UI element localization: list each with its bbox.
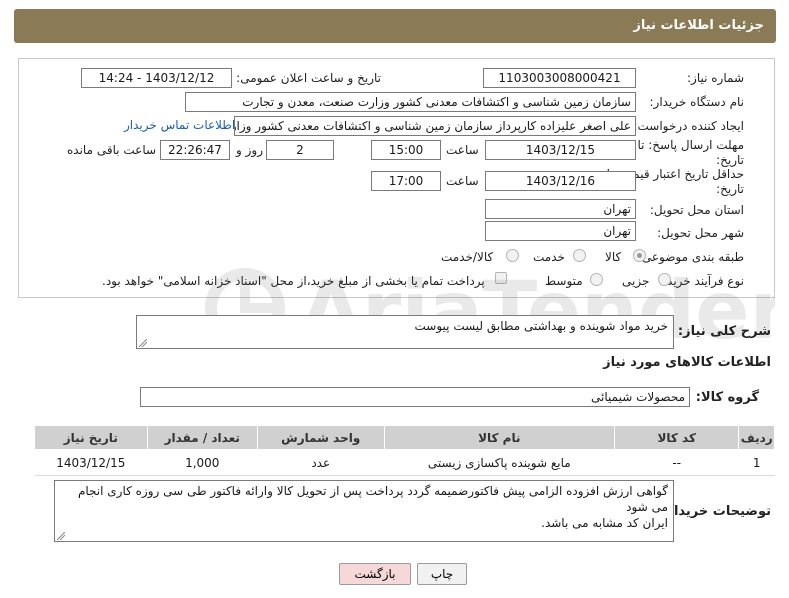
- category-service-radio[interactable]: [573, 249, 586, 262]
- process-medium-label: متوسط: [545, 274, 583, 288]
- col-row-number: ردیف: [738, 425, 775, 450]
- treasury-payment-note: پرداخت تمام یا بخشی از مبلغ خرید،از محل …: [102, 274, 485, 288]
- buyer-org-field[interactable]: سازمان زمین شناسی و اکتشافات معدنی کشور …: [185, 92, 636, 112]
- buyer-notes-line: ایران کد مشابه می باشد.: [541, 516, 668, 530]
- price-validity-label-date: تاریخ:: [716, 182, 744, 196]
- creator-field[interactable]: علی اصغر علیزاده کارپرداز سازمان زمین شن…: [234, 116, 636, 136]
- category-goods-radio[interactable]: [633, 249, 646, 262]
- resize-grip-icon[interactable]: [57, 532, 65, 540]
- resize-grip-icon[interactable]: [139, 339, 147, 347]
- city-label: شهر محل تحویل:: [657, 226, 744, 240]
- announce-datetime-label: تاریخ و ساعت اعلان عمومی:: [236, 71, 381, 85]
- col-goods-name: نام کالا: [383, 425, 616, 450]
- process-minor-label: جزیی: [622, 274, 650, 288]
- page-title: جزئیات اطلاعات نیاز: [633, 18, 764, 33]
- need-number-field[interactable]: 1103003008000421: [483, 68, 636, 88]
- cell-need-date: 1403/12/15: [34, 449, 148, 476]
- cell-unit: عدد: [257, 449, 385, 476]
- buyer-contact-link[interactable]: اطلاعات تماس خریدار: [124, 118, 235, 132]
- goods-section-title: اطلاعات کالاهای مورد نیاز: [603, 355, 771, 370]
- remaining-time-field[interactable]: 22:26:47: [160, 140, 230, 160]
- price-validity-time-field[interactable]: 17:00: [371, 171, 441, 191]
- print-button[interactable]: چاپ: [417, 563, 467, 585]
- summary-text: خرید مواد شوینده و بهداشتی مطابق لیست پی…: [414, 319, 669, 333]
- process-minor-radio[interactable]: [658, 273, 671, 286]
- process-medium-radio[interactable]: [590, 273, 603, 286]
- goods-group-label: گروه کالا:: [695, 390, 759, 405]
- col-goods-code: کد کالا: [613, 425, 740, 450]
- category-goods-label: کالا: [605, 250, 622, 264]
- province-field[interactable]: تهران: [485, 199, 636, 219]
- category-service-label: خدمت: [533, 250, 565, 264]
- category-goods-service-label: کالا/خدمت: [441, 250, 494, 264]
- goods-table-header: ردیف کد کالا نام کالا واحد شمارش تعداد /…: [34, 425, 775, 450]
- category-label: طبقه بندی موضوعی:: [637, 250, 744, 264]
- reply-deadline-label: مهلت ارسال پاسخ: تا: [637, 138, 744, 152]
- price-validity-time-label: ساعت: [446, 174, 479, 188]
- reply-deadline-date-field[interactable]: 1403/12/15: [485, 140, 636, 160]
- city-field[interactable]: تهران: [485, 221, 636, 241]
- province-label: استان محل تحویل:: [649, 203, 744, 217]
- buyer-notes-line: گواهی ارزش افزوده الزامی پیش فاکتورضمیمه…: [77, 484, 668, 514]
- goods-group-field[interactable]: محصولات شیمیائی: [140, 387, 690, 407]
- announce-datetime-field[interactable]: 1403/12/12 - 14:24: [81, 68, 232, 88]
- remaining-days-field[interactable]: 2: [266, 140, 334, 160]
- price-validity-date-field[interactable]: 1403/12/16: [485, 171, 636, 191]
- buyer-org-label: نام دستگاه خریدار:: [649, 95, 745, 109]
- creator-label: ایجاد کننده درخواست:: [633, 119, 744, 133]
- col-need-date: تاریخ نیاز: [34, 425, 148, 450]
- goods-table: ردیف کد کالا نام کالا واحد شمارش تعداد /…: [34, 425, 775, 476]
- buyer-notes-label: توضیحات خریدار:: [661, 504, 771, 519]
- back-button[interactable]: بازگشت: [339, 563, 411, 585]
- category-goods-service-radio[interactable]: [506, 249, 519, 262]
- summary-label: شرح کلی نیاز:: [677, 324, 771, 339]
- reply-deadline-label-date: تاریخ:: [716, 153, 744, 167]
- cell-row-number: 1: [738, 449, 775, 476]
- reply-deadline-time-label: ساعت: [446, 143, 479, 157]
- col-quantity: تعداد / مقدار: [146, 425, 258, 450]
- need-number-label: شماره نیاز:: [687, 71, 744, 85]
- cell-goods-name: مایع شوینده پاکسازی زیستی: [384, 449, 615, 476]
- cell-goods-code: --: [614, 449, 739, 476]
- remaining-time-label: ساعت باقی مانده: [67, 143, 157, 157]
- buyer-notes-textarea[interactable]: گواهی ارزش افزوده الزامی پیش فاکتورضمیمه…: [54, 480, 674, 542]
- summary-textarea[interactable]: خرید مواد شوینده و بهداشتی مطابق لیست پی…: [136, 315, 674, 349]
- table-row[interactable]: 1 -- مایع شوینده پاکسازی زیستی عدد 1,000…: [34, 449, 775, 476]
- purchase-process-label: نوع فرآیند خرید :: [659, 274, 744, 288]
- reply-deadline-time-field[interactable]: 15:00: [371, 140, 441, 160]
- treasury-payment-checkbox[interactable]: [495, 272, 507, 284]
- page-header: جزئیات اطلاعات نیاز: [14, 9, 776, 43]
- col-unit: واحد شمارش: [256, 425, 385, 450]
- cell-quantity: 1,000: [147, 449, 258, 476]
- remaining-days-label: روز و: [236, 143, 263, 157]
